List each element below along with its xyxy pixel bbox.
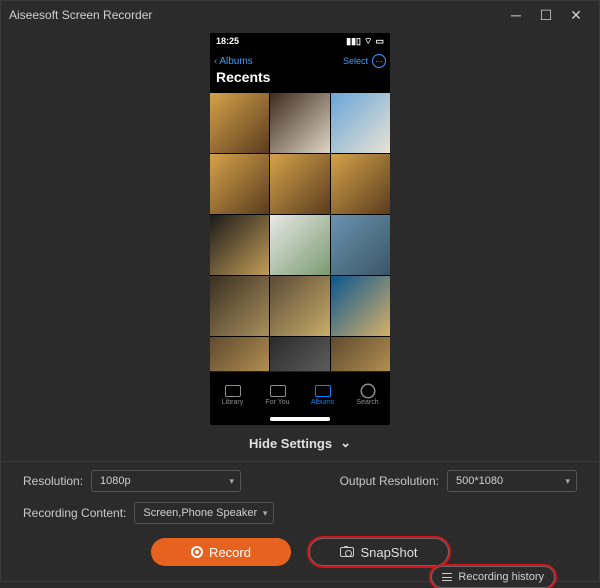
history-label: Recording history [458, 571, 544, 583]
record-icon [191, 546, 203, 558]
recording-content-select[interactable]: Screen,Phone Speaker ▾ [134, 502, 274, 524]
settings-panel: Resolution: 1080p ▾ Output Resolution: 5… [1, 461, 599, 582]
back-label: Albums [219, 56, 252, 67]
photo-thumbnail[interactable] [210, 154, 269, 214]
home-indicator [270, 417, 330, 421]
recording-content-label: Recording Content: [23, 506, 126, 520]
battery-icon: ▭ [375, 36, 384, 47]
phone-tabbar: Library For You Albums Search [210, 371, 390, 415]
photo-thumbnail[interactable] [210, 276, 269, 336]
photo-thumbnail[interactable] [331, 93, 390, 153]
tab-icon [270, 385, 286, 397]
tab-label: For You [265, 399, 289, 406]
photo-thumbnail[interactable] [270, 154, 329, 214]
hide-settings-label: Hide Settings [249, 436, 332, 451]
tab-icon [362, 385, 374, 397]
recording-history-button[interactable]: Recording history [431, 566, 555, 588]
photo-thumbnail[interactable] [270, 337, 329, 371]
photo-thumbnail[interactable] [270, 215, 329, 275]
camera-icon [340, 547, 354, 557]
status-icons: ▮▮▯ ⌔ ▭ [346, 36, 384, 47]
wifi-icon: ⌔ [364, 36, 372, 47]
phone-tab-albums[interactable]: Albums [300, 376, 345, 415]
photo-thumbnail[interactable] [331, 276, 390, 336]
chevron-left-icon: ‹ [214, 56, 217, 67]
minimize-button[interactable]: ─ [501, 1, 531, 29]
status-time: 18:25 [216, 36, 239, 46]
back-button[interactable]: ‹ Albums [214, 56, 253, 67]
hide-settings-toggle[interactable]: Hide Settings ⌄ [1, 425, 599, 461]
titlebar: Aiseesoft Screen Recorder ─ ☐ ✕ [1, 1, 599, 29]
caret-down-icon: ▾ [263, 508, 268, 519]
photo-thumbnail[interactable] [210, 337, 269, 371]
chevron-down-icon: ⌄ [340, 435, 351, 451]
phone-status-bar: 18:25 ▮▮▯ ⌔ ▭ [210, 33, 390, 49]
resolution-select[interactable]: 1080p ▾ [91, 470, 241, 492]
select-button[interactable]: Select [343, 56, 368, 66]
close-button[interactable]: ✕ [561, 1, 591, 29]
tab-label: Library [222, 399, 243, 406]
snapshot-button[interactable]: SnapShot [309, 538, 449, 566]
photo-thumbnail[interactable] [270, 93, 329, 153]
tab-label: Albums [311, 399, 334, 406]
snapshot-label: SnapShot [360, 545, 417, 560]
phone-tab-library[interactable]: Library [210, 376, 255, 415]
list-icon [442, 573, 452, 581]
photo-thumbnail[interactable] [270, 276, 329, 336]
recording-content-value: Screen,Phone Speaker [143, 507, 257, 519]
photo-thumbnail[interactable] [210, 93, 269, 153]
phone-preview: 18:25 ▮▮▯ ⌔ ▭ ‹ Albums Select ⋯ Recents … [210, 33, 390, 425]
photo-thumbnail[interactable] [331, 215, 390, 275]
output-resolution-value: 500*1080 [456, 475, 503, 487]
window-title: Aiseesoft Screen Recorder [9, 8, 501, 22]
photo-thumbnail[interactable] [210, 215, 269, 275]
more-icon[interactable]: ⋯ [372, 54, 386, 68]
tab-icon [225, 385, 241, 397]
resolution-value: 1080p [100, 475, 131, 487]
album-title: Recents [210, 69, 390, 89]
photo-grid[interactable]: 0:09 [210, 93, 390, 371]
record-button[interactable]: Record [151, 538, 291, 566]
resolution-label: Resolution: [23, 474, 83, 488]
photo-thumbnail[interactable]: 0:09 [331, 337, 390, 371]
phone-tab-for-you[interactable]: For You [255, 376, 300, 415]
output-resolution-label: Output Resolution: [340, 474, 439, 488]
photo-thumbnail[interactable] [331, 154, 390, 214]
tab-icon [315, 385, 331, 397]
caret-down-icon: ▾ [230, 476, 235, 487]
record-label: Record [209, 545, 251, 560]
phone-tab-search[interactable]: Search [345, 376, 390, 415]
caret-down-icon: ▾ [565, 476, 570, 487]
output-resolution-select[interactable]: 500*1080 ▾ [447, 470, 577, 492]
maximize-button[interactable]: ☐ [531, 1, 561, 29]
signal-icon: ▮▮▯ [346, 36, 361, 47]
tab-label: Search [356, 399, 378, 406]
preview-area: 18:25 ▮▮▯ ⌔ ▭ ‹ Albums Select ⋯ Recents … [1, 29, 599, 425]
